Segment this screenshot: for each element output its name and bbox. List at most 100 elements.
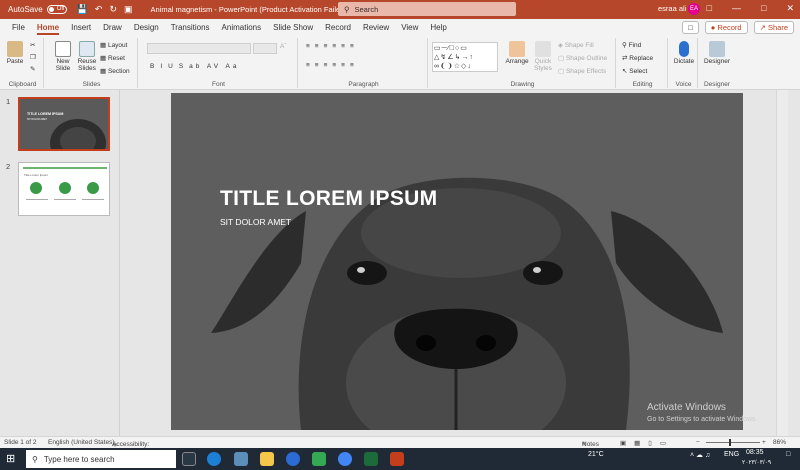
autosave-toggle[interactable]: Off xyxy=(46,5,67,14)
reuse-slides-button[interactable]: Reuse Slides xyxy=(76,41,98,72)
tray-icons[interactable]: ˄ ☁ ♫ xyxy=(690,451,710,459)
input-language[interactable]: ENG xyxy=(724,451,739,458)
comments-button[interactable]: □ xyxy=(682,21,699,34)
tab-animations[interactable]: Animations xyxy=(216,19,268,36)
shape-outline-label: Shape Outline xyxy=(565,55,608,62)
slide-thumbnail-1[interactable]: TITLE LOREM IPSUM SIT DOLOR AMET xyxy=(18,97,110,151)
save-icon[interactable]: 💾 xyxy=(77,4,88,15)
thumb-1-subtitle: SIT DOLOR AMET xyxy=(27,118,48,121)
chrome-icon[interactable] xyxy=(338,452,352,466)
redo-icon[interactable]: ↻ xyxy=(109,4,117,15)
layout-label: Layout xyxy=(107,42,128,49)
new-slide-button[interactable]: New Slide xyxy=(50,41,76,72)
dictate-button[interactable]: Dictate xyxy=(671,41,697,65)
format-painter-icon[interactable]: ✎ xyxy=(30,65,35,73)
close-icon[interactable]: ✕ xyxy=(786,3,794,14)
undo-icon[interactable]: ↶ xyxy=(95,4,103,15)
language-status[interactable]: English (United States) xyxy=(48,439,114,446)
excel-icon[interactable] xyxy=(364,452,378,466)
search-box[interactable]: ⚲ Search xyxy=(338,2,516,16)
tab-help[interactable]: Help xyxy=(424,19,452,36)
powerpoint-icon[interactable] xyxy=(390,452,404,466)
windows-start-icon[interactable]: ⊞ xyxy=(6,452,15,465)
app-a-icon[interactable] xyxy=(234,452,248,466)
tab-slide-show[interactable]: Slide Show xyxy=(267,19,319,36)
task-view-icon[interactable] xyxy=(182,452,196,466)
view-buttons[interactable]: ▣▦▯▭ xyxy=(620,439,674,447)
copy-icon[interactable]: ❐ xyxy=(30,53,36,61)
select-button[interactable]: ↖ Select xyxy=(622,67,647,75)
cut-icon[interactable]: ✂ xyxy=(30,41,35,49)
zoom-level[interactable]: 86% xyxy=(773,439,786,446)
font-name-select[interactable] xyxy=(147,43,251,54)
shape-effects-button[interactable]: ▢ Shape Effects xyxy=(558,67,606,75)
align-buttons[interactable]: ≡≡≡≡≡≡ xyxy=(306,62,359,69)
drawing-label: Drawing xyxy=(510,81,535,88)
zoom-in-icon[interactable]: + xyxy=(762,439,766,446)
shapes-gallery[interactable]: ▭─∕□○▭ △↯∠↳→↑ ∞❨❩☆◇↓ xyxy=(432,42,498,72)
font-size-select[interactable] xyxy=(253,43,277,54)
ribbon-display-icon[interactable]: □ xyxy=(707,3,712,14)
taskbar-search[interactable]: ⚲ Type here to search xyxy=(26,450,176,468)
clock-date[interactable]: ٢٠٢٣/٠٣/٠٩ xyxy=(742,459,771,466)
record-button[interactable]: ● Record xyxy=(704,21,748,34)
tab-view[interactable]: View xyxy=(395,19,424,36)
shape-fill-button[interactable]: ◈ Shape Fill xyxy=(558,41,594,49)
edge-icon[interactable] xyxy=(207,452,221,466)
increase-font-icon[interactable]: Aˆ xyxy=(280,43,287,50)
layout-button[interactable]: ▦ Layout xyxy=(100,41,127,49)
zoom-app-icon[interactable] xyxy=(286,452,300,466)
designer-button[interactable]: Designer xyxy=(702,41,732,65)
shape-outline-button[interactable]: ▢ Shape Outline xyxy=(558,54,607,62)
font-format-buttons[interactable]: BIUSab AV Aa xyxy=(150,63,239,70)
slide-thumbnail-2[interactable]: Title Lorem Ipsum xyxy=(18,162,110,216)
tab-record[interactable]: Record xyxy=(319,19,357,36)
quick-styles-button[interactable]: Quick Styles xyxy=(530,41,556,72)
clipboard-group: Paste ✂ ❐ ✎ Clipboard xyxy=(2,38,44,88)
app-green-icon[interactable] xyxy=(312,452,326,466)
tab-transitions[interactable]: Transitions xyxy=(165,19,216,36)
notification-icon[interactable]: □ xyxy=(786,451,790,458)
minimize-icon[interactable]: — xyxy=(732,3,741,14)
tab-insert[interactable]: Insert xyxy=(65,19,97,36)
slide-subtitle[interactable]: SIT DOLOR AMET xyxy=(220,217,291,227)
find-button[interactable]: ⚲ Find xyxy=(622,41,641,49)
present-icon[interactable]: ▣ xyxy=(124,4,133,15)
autosave[interactable]: AutoSave Off xyxy=(8,5,67,14)
arrange-button[interactable]: Arrange xyxy=(504,41,530,65)
thumb-2-text-1 xyxy=(26,199,48,200)
paragraph-label: Paragraph xyxy=(348,81,379,88)
slide-title[interactable]: TITLE LOREM IPSUM xyxy=(220,187,437,211)
voice-group: Dictate Voice xyxy=(670,38,698,88)
weather-temp[interactable]: 21°C xyxy=(588,451,604,458)
maximize-icon[interactable]: □ xyxy=(761,3,766,14)
editing-label: Editing xyxy=(632,81,653,88)
windows-taskbar: ⊞ ⚲ Type here to search 21°C ˄ ☁ ♫ ENG 0… xyxy=(0,448,800,470)
file-explorer-icon[interactable] xyxy=(260,452,274,466)
clock-time[interactable]: 08:35 xyxy=(746,449,764,456)
paste-button[interactable]: Paste xyxy=(4,41,26,65)
list-buttons[interactable]: ≡≡≡≡≡≡ xyxy=(306,43,359,50)
zoom-thumb[interactable] xyxy=(729,439,731,446)
font-label: Font xyxy=(211,81,225,88)
title-bar: AutoSave Off 💾 ↶ ↻ ▣ Animal magnetism - … xyxy=(0,0,800,19)
section-button[interactable]: ▦ Section xyxy=(100,67,130,75)
section-label: Section xyxy=(107,68,130,75)
reset-button[interactable]: ▦ Reset xyxy=(100,54,125,62)
zoom-out-icon[interactable]: − xyxy=(696,439,700,446)
tab-review[interactable]: Review xyxy=(357,19,395,36)
tab-file[interactable]: File xyxy=(6,19,31,36)
share-button[interactable]: ↗ Share xyxy=(753,21,794,34)
current-slide[interactable]: TITLE LOREM IPSUM SIT DOLOR AMET xyxy=(171,93,743,430)
zoom-slider[interactable] xyxy=(706,442,760,443)
tab-design[interactable]: Design xyxy=(128,19,165,36)
user-name[interactable]: esraa ali xyxy=(658,4,686,13)
avatar[interactable]: EA xyxy=(688,3,700,15)
tab-draw[interactable]: Draw xyxy=(97,19,128,36)
thumb-2-circle-2 xyxy=(59,182,71,194)
replace-button[interactable]: ⇄ Replace xyxy=(622,54,653,62)
shape-effects-label: Shape Effects xyxy=(565,68,607,75)
vertical-scrollbar[interactable] xyxy=(776,90,788,436)
window-controls: □ — □ ✕ xyxy=(707,3,794,14)
tab-home[interactable]: Home xyxy=(31,19,65,36)
